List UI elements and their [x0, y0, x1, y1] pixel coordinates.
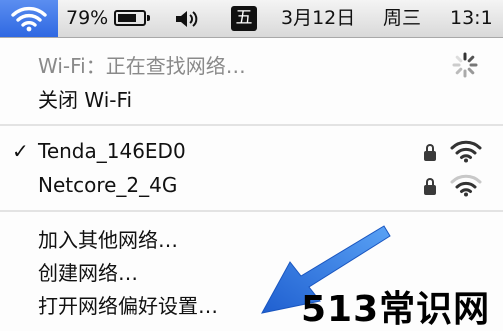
battery-icon[interactable] [114, 10, 150, 26]
date-label[interactable]: 3月12日 [281, 0, 355, 37]
create-network-item[interactable]: 创建网络… [38, 257, 138, 286]
input-method-icon[interactable]: 五 [231, 6, 257, 31]
wifi-menu-extra[interactable] [0, 0, 58, 37]
battery-percent[interactable]: 79% [66, 0, 108, 37]
checkmark-icon: ✓ [12, 139, 29, 163]
wifi-icon [11, 6, 47, 32]
lock-icon [424, 144, 436, 161]
wifi-status-label: Wi-Fi：正在查找网络… [38, 54, 246, 78]
join-other-network-item[interactable]: 加入其他网络… [38, 224, 178, 253]
watermark-text: 513常识网 [301, 289, 491, 330]
wifi-signal-icon [450, 140, 482, 163]
menu-separator [0, 210, 503, 212]
lock-icon [424, 178, 436, 195]
wifi-signal-icon [450, 174, 482, 197]
turn-off-wifi-item[interactable]: 关闭 Wi-Fi [38, 84, 132, 113]
speaker-icon[interactable] [174, 8, 200, 30]
clock-label[interactable]: 13:1 [450, 0, 493, 37]
menu-bar: 79% 五 3月12日 周三 13:1 [0, 0, 503, 38]
searching-spinner-icon [452, 52, 478, 78]
menu-separator [0, 124, 503, 126]
network-name: Netcore_2_4G [38, 173, 178, 197]
weekday-label[interactable]: 周三 [383, 0, 421, 37]
network-name: Tenda_146ED0 [38, 139, 186, 163]
open-network-preferences-item[interactable]: 打开网络偏好设置… [38, 290, 218, 319]
